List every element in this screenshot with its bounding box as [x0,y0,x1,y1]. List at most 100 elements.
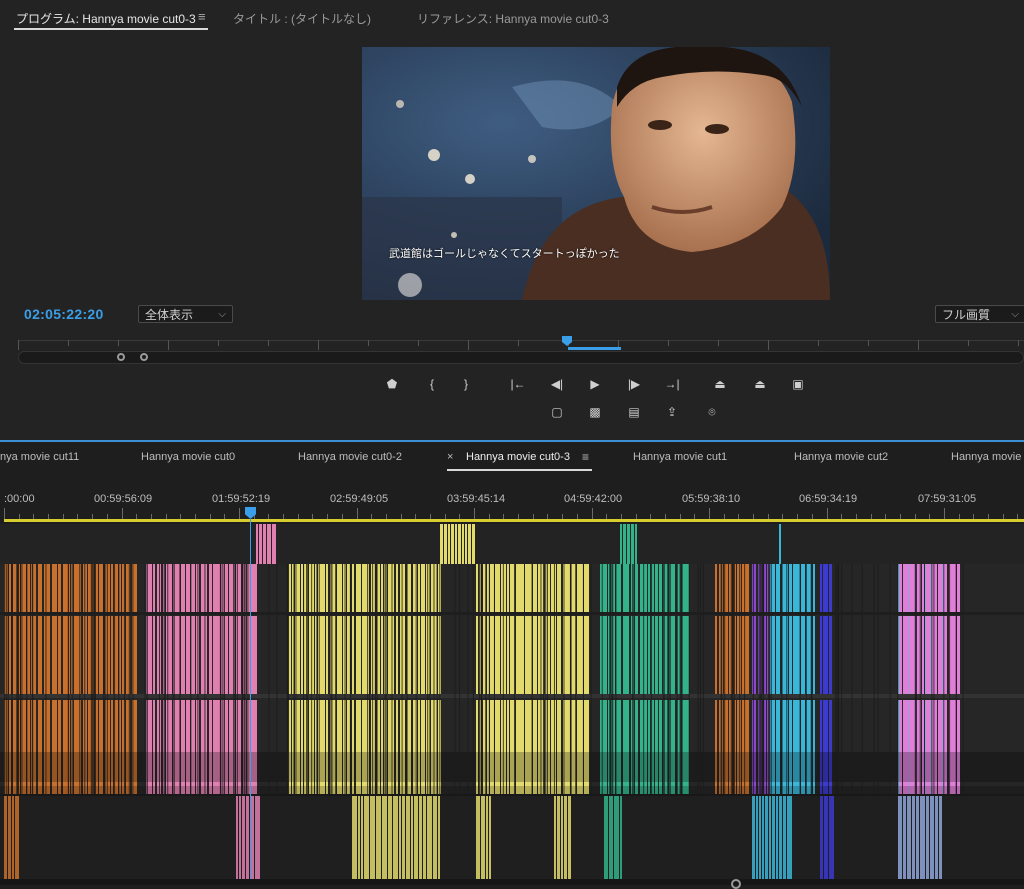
clip[interactable] [370,796,375,879]
clip[interactable] [486,796,488,879]
clip[interactable] [752,616,756,694]
clip[interactable] [820,796,823,879]
clip[interactable] [451,524,454,564]
clip[interactable] [903,796,906,879]
clip[interactable] [419,796,422,879]
clip[interactable] [787,796,792,879]
clip[interactable] [623,616,629,694]
clip[interactable] [487,564,489,614]
clip[interactable] [9,616,11,694]
clip[interactable] [255,796,260,879]
clip[interactable] [361,796,363,879]
clip[interactable] [533,616,537,694]
clip[interactable] [352,796,357,879]
clip[interactable] [388,564,394,614]
clip[interactable] [939,796,942,879]
clip[interactable] [8,796,11,879]
panel-menu-icon[interactable]: ≡ [582,450,589,464]
clip[interactable] [489,796,491,879]
clip[interactable] [414,796,418,879]
clip[interactable] [764,616,766,694]
clip[interactable] [776,564,780,614]
clip[interactable] [659,616,662,694]
clip[interactable] [772,796,775,879]
clip[interactable] [627,524,630,564]
clip[interactable] [770,616,775,694]
clip[interactable] [209,564,212,614]
clip[interactable] [381,564,383,614]
extract-button[interactable]: ⏏ [749,375,771,393]
clip[interactable] [399,796,401,879]
clip[interactable] [201,616,207,694]
play-button[interactable]: ▶ [584,375,606,393]
clip[interactable] [381,616,383,694]
clip[interactable] [402,796,405,879]
clip[interactable] [201,564,207,614]
clip[interactable] [631,524,634,564]
mark-out-button[interactable]: } [455,375,477,393]
clip[interactable] [577,616,583,694]
clip[interactable] [813,616,815,694]
clip[interactable] [926,564,930,614]
clip[interactable] [554,796,556,879]
clip[interactable] [358,796,360,879]
clip[interactable] [153,616,155,694]
clip[interactable] [239,796,241,879]
clip[interactable] [520,564,524,614]
clip[interactable] [564,796,567,879]
clip[interactable] [823,616,828,694]
clip[interactable] [776,616,780,694]
clip[interactable] [620,796,622,879]
close-icon[interactable]: × [447,451,453,463]
clip[interactable] [829,616,832,694]
clip[interactable] [801,616,805,694]
clip[interactable] [472,524,475,564]
tab-title[interactable]: タイトル : (タイトルなし) [233,10,371,27]
clip[interactable] [256,524,258,564]
clip[interactable] [903,616,909,694]
playback-resolution-select[interactable]: フル画質 ⌵ [935,305,1024,323]
clip[interactable] [525,564,532,614]
clip[interactable] [604,796,608,879]
clip[interactable] [99,564,103,614]
clip[interactable] [58,616,61,694]
clip[interactable] [111,616,113,694]
clip[interactable] [742,616,749,694]
tab-program-monitor[interactable]: プログラム: Hannya movie cut0-3 [16,10,196,27]
scroll-handle[interactable] [731,879,741,889]
clip[interactable] [421,564,425,614]
clip[interactable] [813,564,815,614]
clip[interactable] [27,616,30,694]
clip[interactable] [157,616,161,694]
clip[interactable] [259,524,262,564]
sequence-tab-cut2[interactable]: Hannya movie cut2 [794,451,888,463]
clip[interactable] [352,616,354,694]
clip[interactable] [600,564,607,614]
clip[interactable] [38,616,42,694]
clip[interactable] [462,524,464,564]
clip[interactable] [820,616,822,694]
clip[interactable] [465,524,467,564]
clip[interactable] [337,564,342,614]
clip[interactable] [326,564,328,614]
clip[interactable] [423,796,426,879]
clip[interactable] [153,564,155,614]
clip[interactable] [916,796,919,879]
comparison-view-button[interactable]: ▣ [787,375,809,393]
clip[interactable] [793,616,800,694]
clip[interactable] [393,796,398,879]
clip[interactable] [957,616,960,694]
clip[interactable] [31,564,36,614]
clip[interactable] [44,616,50,694]
clip[interactable] [614,796,619,879]
clip[interactable] [922,564,924,614]
clip[interactable] [455,524,457,564]
clip[interactable] [829,564,832,614]
clip[interactable] [251,564,257,614]
sequence-tab-cut0[interactable]: Hannya movie cut0 [141,451,235,463]
clip[interactable] [756,796,758,879]
panel-menu-icon[interactable]: ≡ [198,9,206,24]
step-back-button[interactable]: ◀| [546,375,568,393]
clip[interactable] [655,616,658,694]
clip[interactable] [520,616,524,694]
